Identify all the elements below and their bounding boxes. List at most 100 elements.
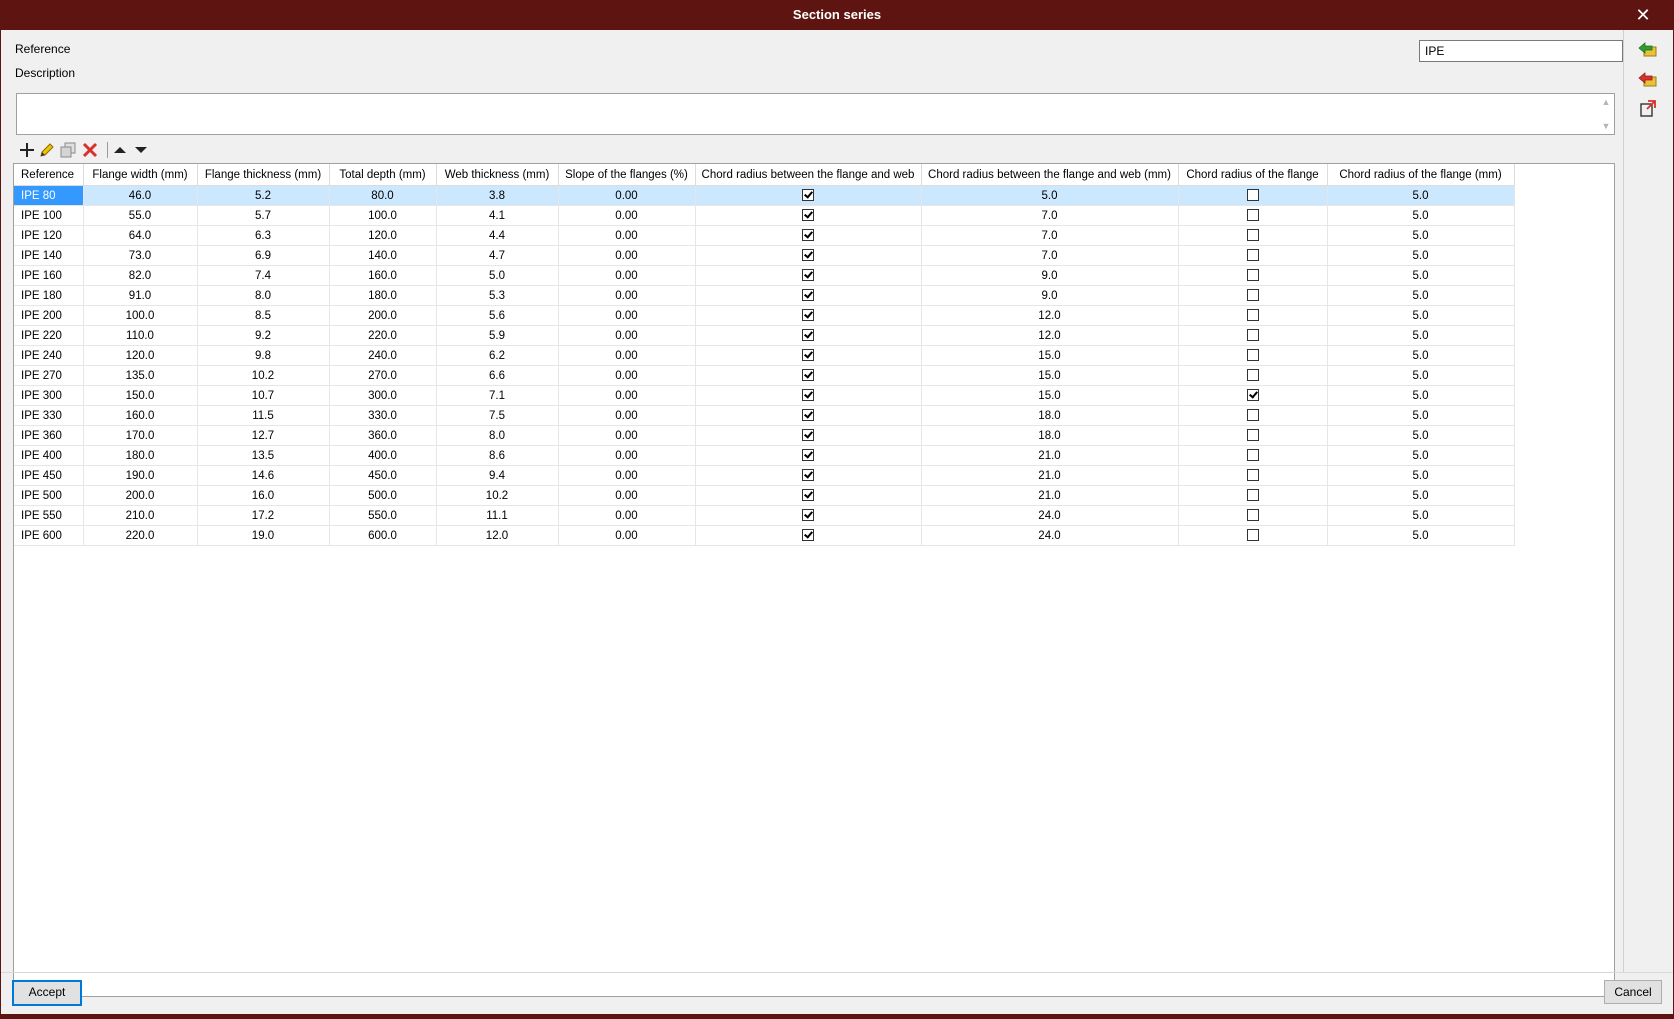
checked-checkbox[interactable] (1246, 389, 1259, 402)
checkbox-cell[interactable] (1178, 305, 1328, 326)
table-cell[interactable]: 5.0 (1327, 525, 1515, 546)
table-cell[interactable]: 10.7 (197, 385, 330, 406)
table-cell[interactable]: IPE 330 (14, 405, 84, 426)
checkbox-cell[interactable] (695, 225, 922, 246)
table-cell[interactable]: 8.0 (436, 425, 559, 446)
table-cell[interactable]: 400.0 (329, 445, 437, 466)
table-cell[interactable]: 7.0 (921, 245, 1179, 266)
checked-checkbox[interactable] (802, 469, 814, 482)
description-scrollbar[interactable]: ▲ ▼ (1598, 94, 1614, 134)
table-cell[interactable]: IPE 450 (14, 465, 84, 486)
checkbox-cell[interactable] (695, 345, 922, 366)
table-cell[interactable]: IPE 270 (14, 365, 84, 386)
table-cell[interactable]: 64.0 (83, 225, 198, 246)
table-cell[interactable]: 19.0 (197, 525, 330, 546)
table-cell[interactable]: 6.9 (197, 245, 330, 266)
unchecked-checkbox[interactable] (1246, 309, 1259, 322)
checkbox-cell[interactable] (695, 205, 922, 226)
checkbox-cell[interactable] (695, 465, 922, 486)
unchecked-checkbox[interactable] (1246, 449, 1259, 462)
table-cell[interactable]: 15.0 (921, 365, 1179, 386)
checkbox-cell[interactable] (695, 425, 922, 446)
unchecked-checkbox[interactable] (1246, 189, 1259, 202)
table-cell[interactable]: 120.0 (329, 225, 437, 246)
table-cell[interactable]: 7.0 (921, 205, 1179, 226)
table-row[interactable]: IPE 300 150.0 10.7 300.0 7.1 0.00 15.0 5.0 (14, 385, 1515, 406)
table-cell[interactable]: 5.0 (1327, 485, 1515, 506)
sections-table[interactable]: Reference Flange width (mm) Flange thickne… (13, 163, 1615, 997)
copy-row-button[interactable] (57, 139, 79, 161)
table-cell[interactable]: 160.0 (329, 265, 437, 286)
table-cell[interactable]: 4.1 (436, 205, 559, 226)
table-cell[interactable]: 15.0 (921, 385, 1179, 406)
checkbox-cell[interactable] (1178, 225, 1328, 246)
table-row[interactable]: IPE 270 135.0 10.2 270.0 6.6 0.00 15.0 5.0 (14, 365, 1515, 386)
table-row[interactable]: IPE 550 210.0 17.2 550.0 11.1 0.00 24.0 5.0 (14, 505, 1515, 526)
accept-button[interactable]: Accept (12, 980, 82, 1006)
table-cell[interactable]: 0.00 (558, 185, 696, 206)
table-cell[interactable]: 180.0 (83, 445, 198, 466)
table-cell[interactable]: IPE 160 (14, 265, 84, 286)
checked-checkbox[interactable] (802, 189, 814, 202)
checkbox-cell[interactable] (1178, 425, 1328, 446)
table-cell[interactable]: 5.0 (1327, 385, 1515, 406)
table-cell[interactable]: 14.6 (197, 465, 330, 486)
table-row[interactable]: IPE 100 55.0 5.7 100.0 4.1 0.00 7.0 5.0 (14, 205, 1515, 226)
checked-checkbox[interactable] (802, 489, 814, 502)
table-row[interactable]: IPE 220 110.0 9.2 220.0 5.9 0.00 12.0 5.0 (14, 325, 1515, 346)
unchecked-checkbox[interactable] (1246, 409, 1259, 422)
checkbox-cell[interactable] (1178, 505, 1328, 526)
table-cell[interactable]: 17.2 (197, 505, 330, 526)
table-cell[interactable]: 91.0 (83, 285, 198, 306)
table-cell[interactable]: 73.0 (83, 245, 198, 266)
scroll-up-icon[interactable]: ▲ (1601, 97, 1611, 107)
add-row-button[interactable] (16, 139, 38, 161)
table-cell[interactable]: 16.0 (197, 485, 330, 506)
delete-row-button[interactable] (79, 139, 101, 161)
table-cell[interactable]: IPE 180 (14, 285, 84, 306)
checkbox-cell[interactable] (695, 265, 922, 286)
table-cell[interactable]: 210.0 (83, 505, 198, 526)
table-cell[interactable]: 0.00 (558, 325, 696, 346)
table-cell[interactable]: 0.00 (558, 245, 696, 266)
table-cell[interactable]: 15.0 (921, 345, 1179, 366)
checked-checkbox[interactable] (802, 349, 814, 362)
table-cell[interactable]: 8.0 (197, 285, 330, 306)
table-cell[interactable]: 9.4 (436, 465, 559, 486)
unchecked-checkbox[interactable] (1246, 349, 1259, 362)
table-cell[interactable]: 55.0 (83, 205, 198, 226)
table-cell[interactable]: 5.0 (1327, 205, 1515, 226)
checkbox-cell[interactable] (1178, 445, 1328, 466)
column-header[interactable]: Flange thickness (mm) (197, 164, 330, 186)
column-header[interactable]: Web thickness (mm) (436, 164, 559, 186)
table-row[interactable]: IPE 450 190.0 14.6 450.0 9.4 0.00 21.0 5.0 (14, 465, 1515, 486)
table-cell[interactable]: 450.0 (329, 465, 437, 486)
table-cell[interactable]: 5.0 (1327, 305, 1515, 326)
table-cell[interactable]: IPE 600 (14, 525, 84, 546)
table-cell[interactable]: 6.2 (436, 345, 559, 366)
column-header[interactable]: Chord radius between the flange and web (695, 164, 922, 186)
table-cell[interactable]: 0.00 (558, 285, 696, 306)
checked-checkbox[interactable] (802, 529, 814, 542)
table-row[interactable]: IPE 400 180.0 13.5 400.0 8.6 0.00 21.0 5.0 (14, 445, 1515, 466)
table-cell[interactable]: 5.7 (197, 205, 330, 226)
table-cell[interactable]: 0.00 (558, 385, 696, 406)
table-cell[interactable]: IPE 80 (14, 185, 84, 206)
table-row[interactable]: IPE 160 82.0 7.4 160.0 5.0 0.00 9.0 5.0 (14, 265, 1515, 286)
checkbox-cell[interactable] (695, 325, 922, 346)
table-cell[interactable]: 9.2 (197, 325, 330, 346)
checked-checkbox[interactable] (802, 229, 814, 242)
table-row[interactable]: IPE 240 120.0 9.8 240.0 6.2 0.00 15.0 5.0 (14, 345, 1515, 366)
table-cell[interactable]: 46.0 (83, 185, 198, 206)
table-cell[interactable]: 12.0 (921, 325, 1179, 346)
table-cell[interactable]: IPE 120 (14, 225, 84, 246)
scroll-down-icon[interactable]: ▼ (1601, 121, 1611, 131)
table-cell[interactable]: 220.0 (83, 525, 198, 546)
checked-checkbox[interactable] (802, 509, 814, 522)
table-cell[interactable]: 8.6 (436, 445, 559, 466)
table-cell[interactable]: 5.0 (1327, 365, 1515, 386)
unchecked-checkbox[interactable] (1246, 269, 1259, 282)
table-row[interactable]: IPE 330 160.0 11.5 330.0 7.5 0.00 18.0 5.0 (14, 405, 1515, 426)
checkbox-cell[interactable] (695, 245, 922, 266)
table-row[interactable]: IPE 500 200.0 16.0 500.0 10.2 0.00 21.0 5.0 (14, 485, 1515, 506)
